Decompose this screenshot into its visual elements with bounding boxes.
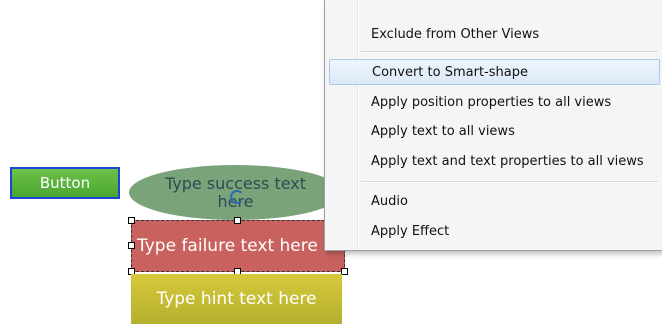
menu-separator [361, 51, 658, 53]
menu-item-apply-effect[interactable]: Apply Effect [329, 218, 660, 244]
resize-handle-bottom-right[interactable] [341, 268, 348, 275]
menu-item-label: Audio [371, 193, 408, 209]
menu-item-label: Apply Effect [371, 223, 450, 239]
menu-item-convert-to-smart-shape[interactable]: Convert to Smart-shape [329, 59, 660, 85]
menu-item-exclude-from-other-views[interactable]: Exclude from Other Views [329, 21, 660, 47]
menu-separator [361, 181, 658, 183]
menu-item-audio[interactable]: Audio [329, 188, 660, 214]
menu-item-label: Exclude from Other Views [371, 26, 540, 42]
canvas: Button Type success text here Type failu… [0, 0, 662, 324]
rotate-icon[interactable] [230, 190, 244, 204]
menu-item-apply-position-properties[interactable]: Apply position properties to all views [329, 89, 660, 115]
resize-handle-left[interactable] [128, 242, 135, 249]
button-widget[interactable]: Button [10, 167, 120, 199]
context-menu: Exclude from Other Views Convert to Smar… [324, 0, 662, 251]
menu-item-label: Apply text and text properties to all vi… [371, 153, 644, 169]
hint-text: Type hint text here [156, 289, 317, 309]
resize-handle-top[interactable] [234, 217, 241, 224]
button-label: Button [39, 174, 91, 192]
failure-caption[interactable]: Type failure text here [131, 220, 345, 272]
menu-item-label: Apply position properties to all views [371, 94, 612, 110]
resize-handle-top-left[interactable] [128, 217, 135, 224]
menu-item-label: Apply text to all views [371, 123, 515, 139]
menu-item-label: Convert to Smart-shape [372, 64, 528, 80]
hint-caption[interactable]: Type hint text here [131, 274, 342, 324]
failure-text: Type failure text here [137, 236, 318, 256]
menu-item-apply-text-and-properties[interactable]: Apply text and text properties to all vi… [329, 148, 660, 174]
menu-item-apply-text[interactable]: Apply text to all views [329, 118, 660, 144]
